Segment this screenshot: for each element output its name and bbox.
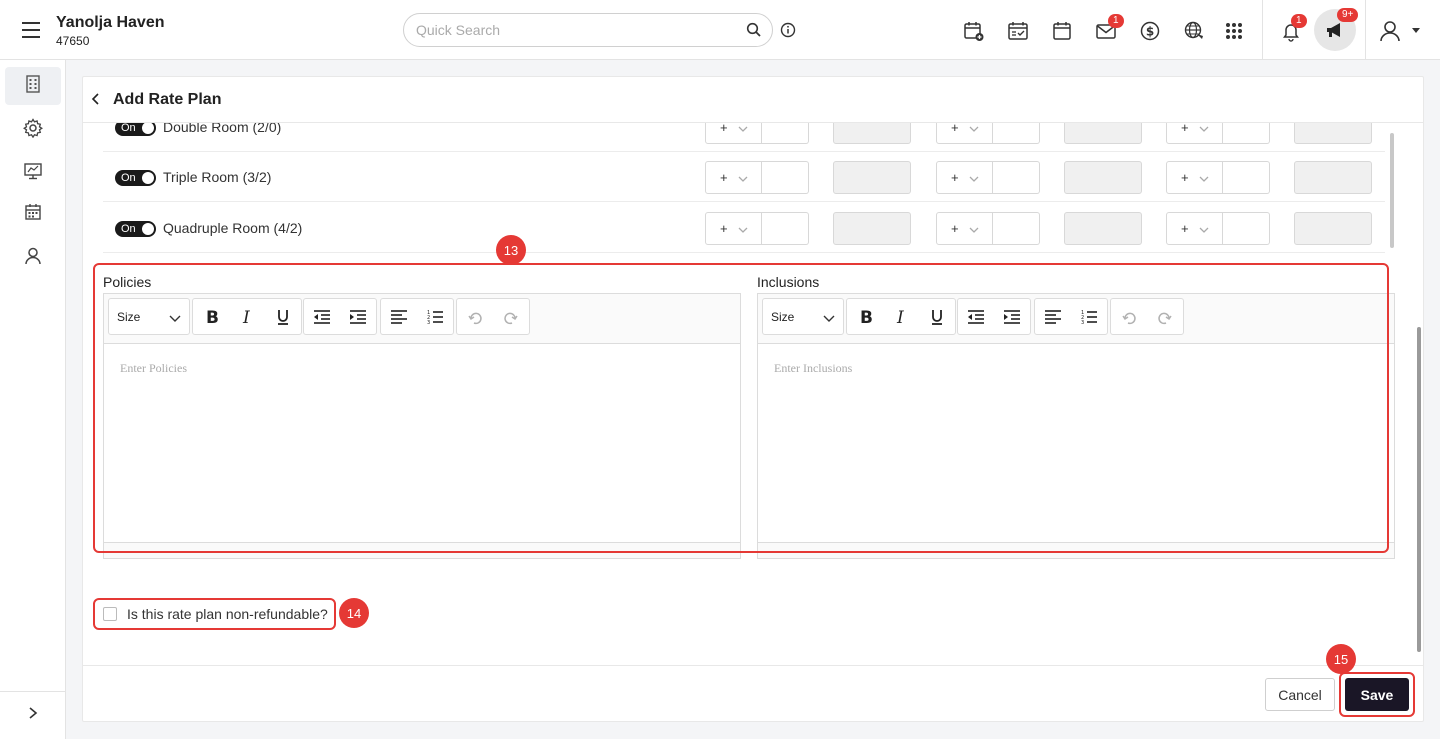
chevron-down-icon bbox=[738, 123, 748, 136]
chevron-right-icon bbox=[26, 706, 40, 725]
step-marker: 15 bbox=[1326, 644, 1356, 674]
expand-sidebar-button[interactable] bbox=[0, 691, 66, 739]
adjust-sign: + bbox=[720, 221, 728, 236]
rate-result-field bbox=[1064, 212, 1142, 245]
room-toggle[interactable]: On bbox=[115, 221, 156, 237]
sidebar-item-property[interactable] bbox=[5, 67, 61, 105]
hamburger-menu-icon[interactable] bbox=[22, 22, 40, 38]
rate-result-field bbox=[833, 212, 911, 245]
info-icon[interactable] bbox=[780, 22, 796, 43]
page-title: Add Rate Plan bbox=[113, 91, 222, 108]
footer-divider bbox=[83, 665, 1423, 666]
rate-adjust-select[interactable]: + bbox=[705, 161, 762, 194]
refundable-highlight bbox=[93, 598, 336, 630]
chevron-down-icon bbox=[738, 171, 748, 186]
room-row: On Triple Room (3/2) + + + bbox=[103, 152, 1385, 202]
chevron-down-icon bbox=[1199, 171, 1209, 186]
adjust-sign: + bbox=[951, 170, 959, 185]
add-reservation-calendar-icon[interactable] bbox=[963, 20, 985, 42]
rate-result-field bbox=[833, 161, 911, 194]
rate-adjust-select[interactable]: + bbox=[705, 212, 762, 245]
mail-badge: 1 bbox=[1108, 14, 1124, 28]
property-name: Yanolja Haven bbox=[56, 14, 165, 31]
calendar-grid-icon bbox=[23, 202, 43, 227]
gear-icon bbox=[23, 117, 43, 143]
toggle-knob bbox=[142, 172, 154, 184]
user-menu[interactable] bbox=[1378, 20, 1422, 42]
toolbar-divider bbox=[1262, 0, 1263, 60]
chevron-down-icon bbox=[1199, 222, 1209, 237]
rate-adjust-select[interactable]: + bbox=[1166, 212, 1223, 245]
room-row: On Quadruple Room (4/2) + + + bbox=[103, 203, 1385, 253]
card-header: Add Rate Plan bbox=[83, 77, 1423, 123]
adjust-sign: + bbox=[951, 221, 959, 236]
sidebar-item-calendar[interactable] bbox=[5, 195, 61, 233]
chevron-down-icon bbox=[738, 222, 748, 237]
toggle-label: On bbox=[121, 122, 136, 134]
rate-adjust-input[interactable] bbox=[762, 161, 809, 194]
page-scrollbar[interactable] bbox=[1415, 327, 1423, 657]
back-arrow-icon[interactable] bbox=[89, 91, 103, 112]
scrollbar-thumb[interactable] bbox=[1390, 133, 1394, 248]
sidebar-item-reports[interactable] bbox=[5, 154, 61, 192]
globe-icon[interactable] bbox=[1183, 20, 1205, 42]
property-id: 47650 bbox=[56, 34, 90, 48]
toggle-label: On bbox=[121, 223, 136, 235]
rooms-scrollbar[interactable] bbox=[1387, 123, 1397, 253]
user-icon bbox=[23, 246, 43, 271]
save-highlight bbox=[1339, 672, 1415, 717]
room-name: Triple Room (3/2) bbox=[163, 169, 272, 185]
monitor-chart-icon bbox=[23, 161, 43, 186]
rate-adjust-select[interactable]: + bbox=[936, 212, 993, 245]
chevron-down-icon bbox=[969, 222, 979, 237]
rate-adjust-input[interactable] bbox=[993, 161, 1040, 194]
rate-adjust-input[interactable] bbox=[762, 212, 809, 245]
cancel-button[interactable]: Cancel bbox=[1265, 678, 1335, 711]
sidebar bbox=[0, 60, 66, 739]
toggle-knob bbox=[142, 123, 154, 134]
step-marker: 14 bbox=[339, 598, 369, 628]
apps-grid-icon[interactable] bbox=[1223, 20, 1245, 42]
currency-icon[interactable]: $ bbox=[1139, 20, 1161, 42]
adjust-sign: + bbox=[1181, 170, 1189, 185]
rate-result-field bbox=[1064, 161, 1142, 194]
svg-text:$: $ bbox=[1146, 25, 1154, 39]
sidebar-item-settings[interactable] bbox=[5, 111, 61, 149]
chevron-down-icon bbox=[969, 171, 979, 186]
room-toggle[interactable]: On bbox=[115, 170, 156, 186]
search-input[interactable] bbox=[404, 14, 704, 46]
rate-result-field bbox=[1294, 161, 1372, 194]
toggle-knob bbox=[142, 223, 154, 235]
rate-adjust-input[interactable] bbox=[993, 212, 1040, 245]
top-bar: Yanolja Haven 47650 1 $ 1 9+ bbox=[0, 0, 1440, 60]
chevron-down-icon bbox=[1199, 123, 1209, 136]
editors-highlight bbox=[93, 263, 1389, 553]
rate-result-field bbox=[1294, 212, 1372, 245]
adjust-sign: + bbox=[720, 170, 728, 185]
calendar-icon[interactable] bbox=[1051, 20, 1073, 42]
step-marker: 13 bbox=[496, 235, 526, 265]
rate-adjust-input[interactable] bbox=[1223, 161, 1270, 194]
rate-adjust-input[interactable] bbox=[1223, 212, 1270, 245]
rate-adjust-select[interactable]: + bbox=[1166, 161, 1223, 194]
room-name: Quadruple Room (4/2) bbox=[163, 220, 303, 236]
building-icon bbox=[23, 74, 43, 99]
search-icon[interactable] bbox=[746, 22, 762, 43]
quick-search bbox=[403, 13, 773, 47]
rate-adjust-select[interactable]: + bbox=[936, 161, 993, 194]
sidebar-item-users[interactable] bbox=[5, 239, 61, 277]
scrollbar-thumb[interactable] bbox=[1417, 327, 1421, 652]
toggle-label: On bbox=[121, 172, 136, 184]
announcement-badge: 9+ bbox=[1337, 8, 1359, 22]
notification-badge: 1 bbox=[1291, 14, 1307, 28]
adjust-sign: + bbox=[1181, 221, 1189, 236]
toolbar-divider bbox=[1365, 0, 1366, 60]
checkin-calendar-icon[interactable] bbox=[1007, 20, 1029, 42]
chevron-down-icon bbox=[969, 123, 979, 136]
